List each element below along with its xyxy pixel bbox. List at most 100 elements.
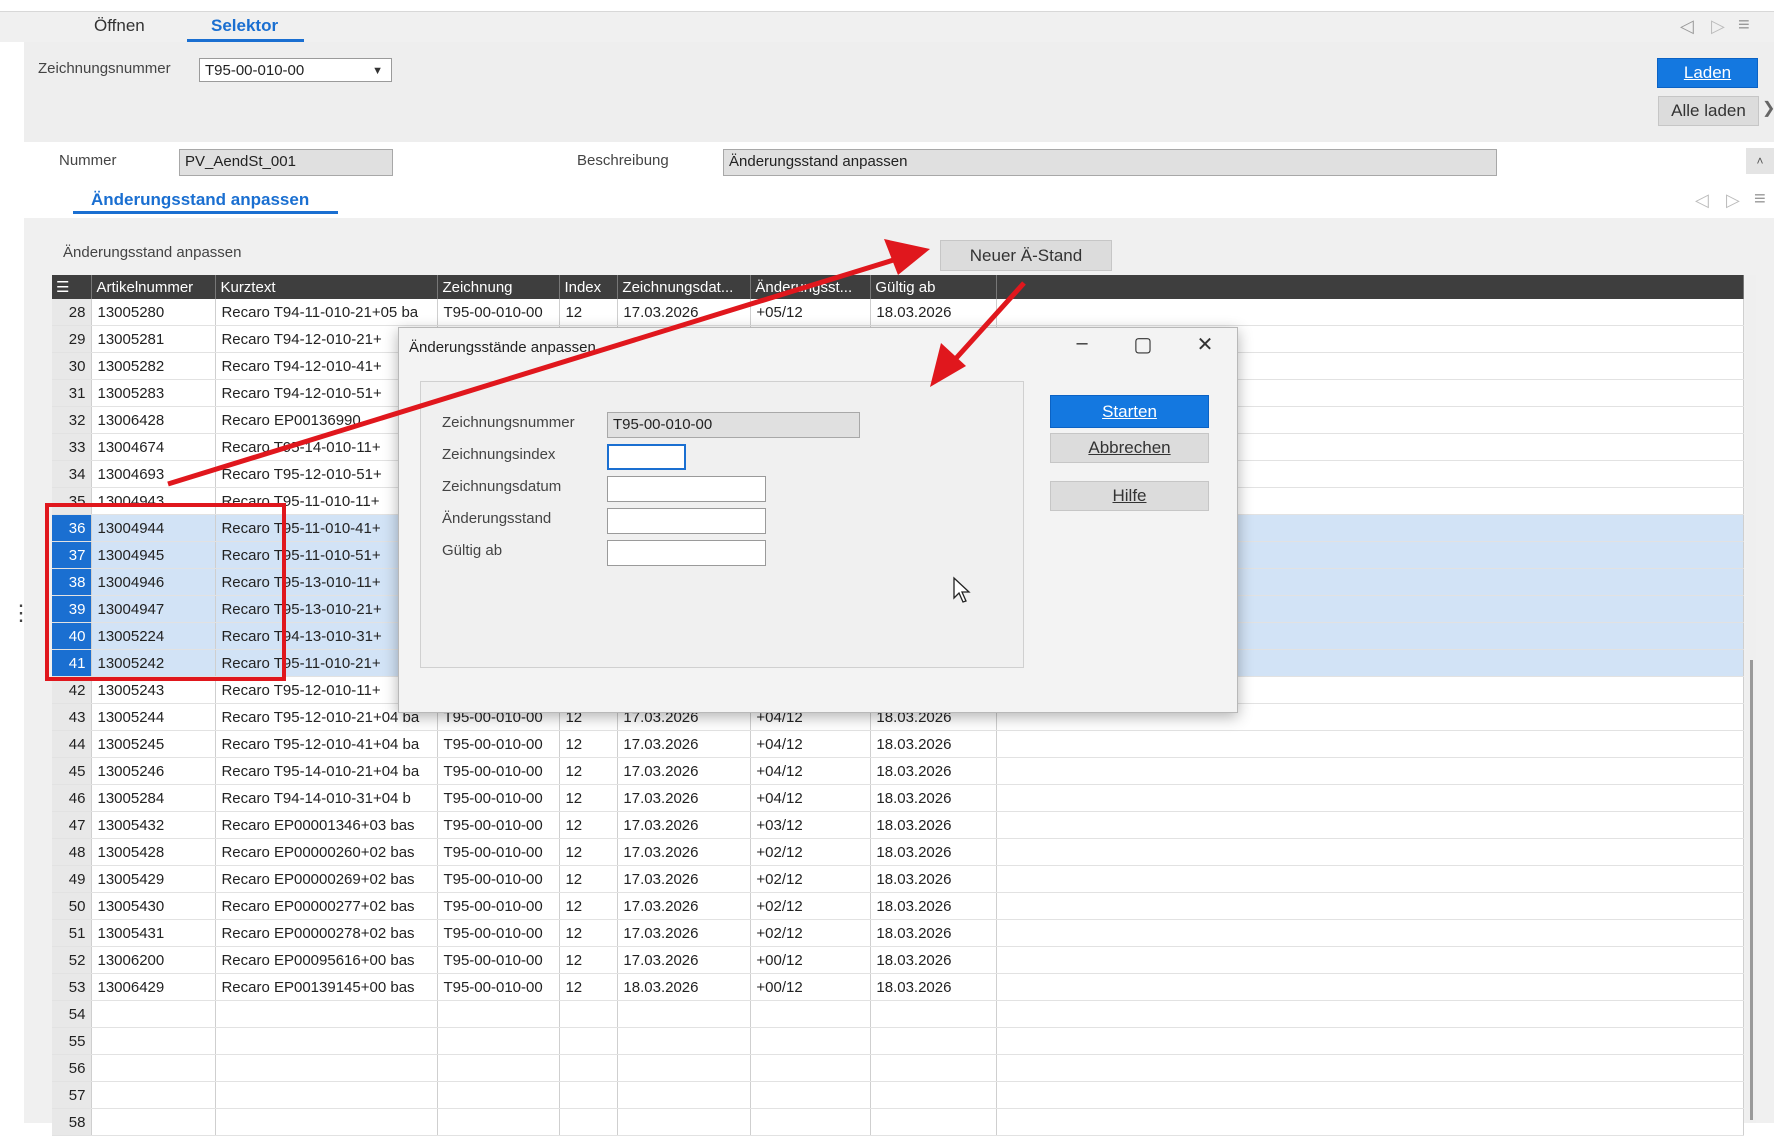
cell-artikelnummer[interactable]: 13005284 (91, 784, 217, 812)
cell-artikelnummer[interactable]: 13005282 (91, 352, 217, 380)
row-number[interactable]: 44 (52, 730, 93, 758)
cell-artikelnummer[interactable]: 13005245 (91, 730, 217, 758)
cell-zeichnungsdatum[interactable]: 17.03.2026 (617, 838, 752, 866)
cell-aenderungsstand[interactable]: +00/12 (750, 973, 872, 1001)
cell-zeichnungsdatum[interactable]: 17.03.2026 (617, 865, 752, 893)
cell-artikelnummer[interactable]: 13006429 (91, 973, 217, 1001)
load-button[interactable]: Laden (1657, 58, 1758, 88)
cell-aenderungsstand[interactable]: +04/12 (750, 784, 872, 812)
table-row[interactable]: 58 (52, 1108, 1744, 1136)
cell-artikelnummer[interactable]: 13005432 (91, 811, 217, 839)
subtab-next-icon[interactable]: ▷ (1726, 190, 1740, 211)
zeichnungsindex-input[interactable] (607, 444, 686, 470)
row-number[interactable]: 45 (52, 757, 93, 785)
cell-index[interactable]: 12 (559, 838, 619, 866)
cell-artikelnummer[interactable]: 13005244 (91, 703, 217, 731)
cell-zeichnungsdatum[interactable]: 17.03.2026 (617, 757, 752, 785)
cell-aenderungsstand[interactable] (750, 1108, 872, 1136)
row-number[interactable]: 28 (52, 299, 93, 326)
subtab-aenderungsstand[interactable]: Änderungsstand anpassen (91, 190, 309, 210)
table-row[interactable]: 53 13006429 Recaro EP00139145+00 bas T95-00… (52, 973, 1744, 1001)
cell-gueltig-ab[interactable]: 18.03.2026 (870, 811, 998, 839)
row-number[interactable]: 58 (52, 1108, 93, 1136)
cell-zeichnung[interactable]: T95-00-010-00 (437, 838, 561, 866)
nav-prev-icon[interactable]: ◁ (1680, 16, 1694, 37)
cell-kurztext[interactable]: Recaro EP00000278+02 bas (215, 919, 439, 947)
minimize-icon[interactable]: – (1067, 332, 1097, 355)
cell-kurztext[interactable]: Recaro T94-14-010-31+04 b (215, 784, 439, 812)
table-row[interactable]: 54 (52, 1000, 1744, 1028)
cell-artikelnummer[interactable] (91, 1054, 217, 1082)
cell-artikelnummer[interactable]: 13005428 (91, 838, 217, 866)
cell-index[interactable]: 12 (559, 946, 619, 974)
row-number[interactable]: 48 (52, 838, 93, 866)
cell-index[interactable]: 12 (559, 811, 619, 839)
cell-aenderungsstand[interactable] (750, 1054, 872, 1082)
cell-aenderungsstand[interactable]: +02/12 (750, 838, 872, 866)
cell-index[interactable]: 12 (559, 973, 619, 1001)
row-number[interactable]: 32 (52, 406, 93, 434)
zeichnungsdatum-input[interactable] (607, 476, 766, 502)
gueltig-ab-input[interactable] (607, 540, 766, 566)
grid-menu-icon[interactable]: ☰ (52, 275, 93, 299)
collapse-icon[interactable]: ˄ (1746, 148, 1774, 174)
row-number[interactable]: 55 (52, 1027, 93, 1055)
cell-artikelnummer[interactable]: 13005281 (91, 325, 217, 353)
drawing-number-combo[interactable]: T95-00-010-00 ▼ (199, 58, 392, 82)
cell-artikelnummer[interactable] (91, 1081, 217, 1109)
table-row[interactable]: 52 13006200 Recaro EP00095616+00 bas T95-00… (52, 946, 1744, 974)
row-number[interactable]: 54 (52, 1000, 93, 1028)
load-all-button[interactable]: Alle laden (1658, 96, 1759, 126)
cell-index[interactable]: 12 (559, 299, 619, 326)
cell-gueltig-ab[interactable]: 18.03.2026 (870, 299, 998, 326)
cell-gueltig-ab[interactable]: 18.03.2026 (870, 865, 998, 893)
subtab-prev-icon[interactable]: ◁ (1695, 190, 1709, 211)
cell-gueltig-ab[interactable]: 18.03.2026 (870, 892, 998, 920)
cell-kurztext[interactable] (215, 1054, 439, 1082)
cell-artikelnummer[interactable]: 13004674 (91, 433, 217, 461)
cell-zeichnung[interactable] (437, 1108, 561, 1136)
table-row[interactable]: 48 13005428 Recaro EP00000260+02 bas T95-00… (52, 838, 1744, 866)
cell-zeichnungsdatum[interactable] (617, 1000, 752, 1028)
cell-zeichnung[interactable]: T95-00-010-00 (437, 919, 561, 947)
cell-index[interactable]: 12 (559, 865, 619, 893)
col-aenderungsstand[interactable]: Änderungsst... (750, 275, 872, 299)
more-icon[interactable]: ⋮ (10, 600, 32, 626)
cell-zeichnungsdatum[interactable]: 17.03.2026 (617, 730, 752, 758)
cell-kurztext[interactable] (215, 1000, 439, 1028)
cell-zeichnungsdatum[interactable] (617, 1081, 752, 1109)
cell-gueltig-ab[interactable]: 18.03.2026 (870, 973, 998, 1001)
cell-kurztext[interactable]: Recaro EP00139145+00 bas (215, 973, 439, 1001)
row-number[interactable]: 49 (52, 865, 93, 893)
cell-zeichnungsdatum[interactable]: 17.03.2026 (617, 892, 752, 920)
table-row[interactable]: 47 13005432 Recaro EP00001346+03 bas T95-00… (52, 811, 1744, 839)
cell-zeichnung[interactable] (437, 1081, 561, 1109)
cell-artikelnummer[interactable]: 13006428 (91, 406, 217, 434)
cell-aenderungsstand[interactable]: +02/12 (750, 865, 872, 893)
cell-aenderungsstand[interactable]: +05/12 (750, 299, 872, 326)
cell-kurztext[interactable]: Recaro EP00000269+02 bas (215, 865, 439, 893)
cell-artikelnummer[interactable] (91, 1000, 217, 1028)
cell-gueltig-ab[interactable]: 18.03.2026 (870, 757, 998, 785)
cell-aenderungsstand[interactable] (750, 1081, 872, 1109)
cell-gueltig-ab[interactable]: 18.03.2026 (870, 784, 998, 812)
cell-kurztext[interactable] (215, 1081, 439, 1109)
cell-artikelnummer[interactable]: 13005431 (91, 919, 217, 947)
cell-gueltig-ab[interactable]: 18.03.2026 (870, 730, 998, 758)
cell-aenderungsstand[interactable] (750, 1000, 872, 1028)
cell-kurztext[interactable]: Recaro EP00001346+03 bas (215, 811, 439, 839)
row-number[interactable]: 29 (52, 325, 93, 353)
cell-artikelnummer[interactable]: 13005283 (91, 379, 217, 407)
cell-zeichnungsdatum[interactable]: 17.03.2026 (617, 811, 752, 839)
tab-selektor[interactable]: Selektor (211, 16, 278, 36)
cell-zeichnungsdatum[interactable] (617, 1108, 752, 1136)
cell-aenderungsstand[interactable] (750, 1027, 872, 1055)
chevron-right-icon[interactable]: ❯ (1762, 98, 1774, 118)
col-kurztext[interactable]: Kurztext (215, 275, 439, 299)
help-button[interactable]: Hilfe (1050, 481, 1209, 511)
cell-zeichnungsdatum[interactable] (617, 1027, 752, 1055)
cell-zeichnung[interactable]: T95-00-010-00 (437, 757, 561, 785)
aenderungsstand-input[interactable] (607, 508, 766, 534)
close-icon[interactable]: ✕ (1190, 332, 1220, 357)
cell-artikelnummer[interactable]: 13005280 (91, 299, 217, 326)
